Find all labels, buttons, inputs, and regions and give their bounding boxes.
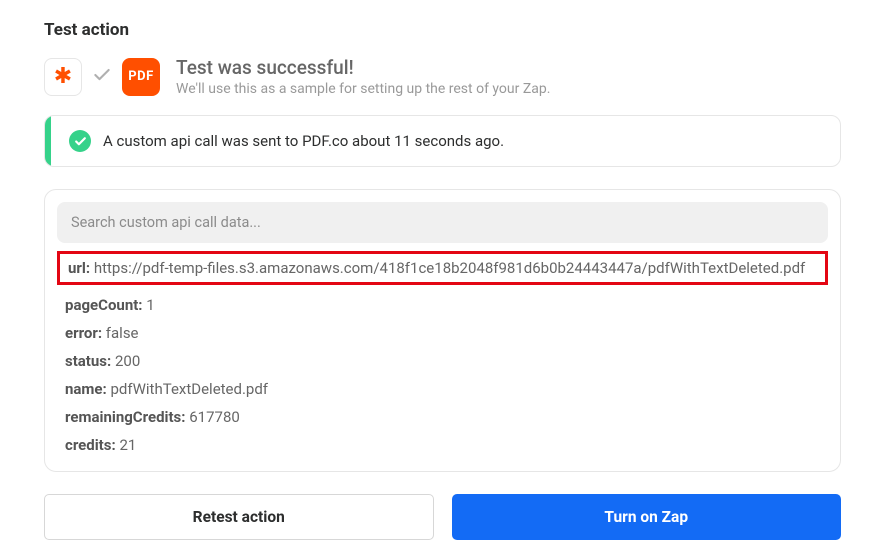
zapier-star-icon: ✱ bbox=[54, 64, 72, 89]
data-value: 21 bbox=[119, 436, 136, 454]
data-row-url[interactable]: url: https://pdf-temp-files.s3.amazonaws… bbox=[57, 251, 828, 285]
pdfco-app-icon: PDF bbox=[122, 58, 160, 96]
search-input[interactable]: Search custom api call data... bbox=[57, 202, 828, 243]
success-subtitle: We'll use this as a sample for setting u… bbox=[176, 81, 550, 97]
section-title: Test action bbox=[44, 20, 841, 40]
data-value: pdfWithTextDeleted.pdf bbox=[111, 380, 269, 398]
test-header: ✱ PDF Test was successful! We'll use thi… bbox=[44, 56, 841, 97]
notice-text: A custom api call was sent to PDF.co abo… bbox=[103, 132, 504, 150]
data-value: 1 bbox=[146, 296, 154, 314]
zapier-app-icon: ✱ bbox=[44, 58, 82, 96]
data-row-remainingcredits[interactable]: remainingCredits: 617780 bbox=[57, 403, 828, 431]
data-value: false bbox=[106, 324, 139, 342]
data-row-error[interactable]: error: false bbox=[57, 319, 828, 347]
check-icon bbox=[92, 65, 112, 89]
header-text: Test was successful! We'll use this as a… bbox=[176, 56, 550, 97]
data-key: remainingCredits: bbox=[65, 408, 186, 426]
button-row: Retest action Turn on Zap bbox=[44, 494, 841, 540]
data-row-status[interactable]: status: 200 bbox=[57, 347, 828, 375]
results-card: Search custom api call data... url: http… bbox=[44, 189, 841, 472]
data-key: error: bbox=[65, 324, 102, 342]
success-title: Test was successful! bbox=[176, 56, 550, 79]
data-key: status: bbox=[65, 352, 111, 370]
pdf-icon-label: PDF bbox=[128, 69, 153, 84]
data-key: url: bbox=[68, 259, 90, 277]
data-value: 617780 bbox=[189, 408, 240, 426]
success-check-icon bbox=[69, 130, 91, 152]
data-value: https://pdf-temp-files.s3.amazonaws.com/… bbox=[94, 259, 805, 277]
turn-on-zap-button[interactable]: Turn on Zap bbox=[452, 494, 842, 540]
data-key: pageCount: bbox=[65, 296, 143, 314]
data-key: credits: bbox=[65, 436, 116, 454]
data-row-name[interactable]: name: pdfWithTextDeleted.pdf bbox=[57, 375, 828, 403]
data-value: 200 bbox=[115, 352, 140, 370]
data-key: name: bbox=[65, 380, 107, 398]
retest-button[interactable]: Retest action bbox=[44, 494, 434, 540]
data-row-credits[interactable]: credits: 21 bbox=[57, 431, 828, 459]
notice-bar: A custom api call was sent to PDF.co abo… bbox=[44, 115, 841, 167]
data-row-pagecount[interactable]: pageCount: 1 bbox=[57, 291, 828, 319]
